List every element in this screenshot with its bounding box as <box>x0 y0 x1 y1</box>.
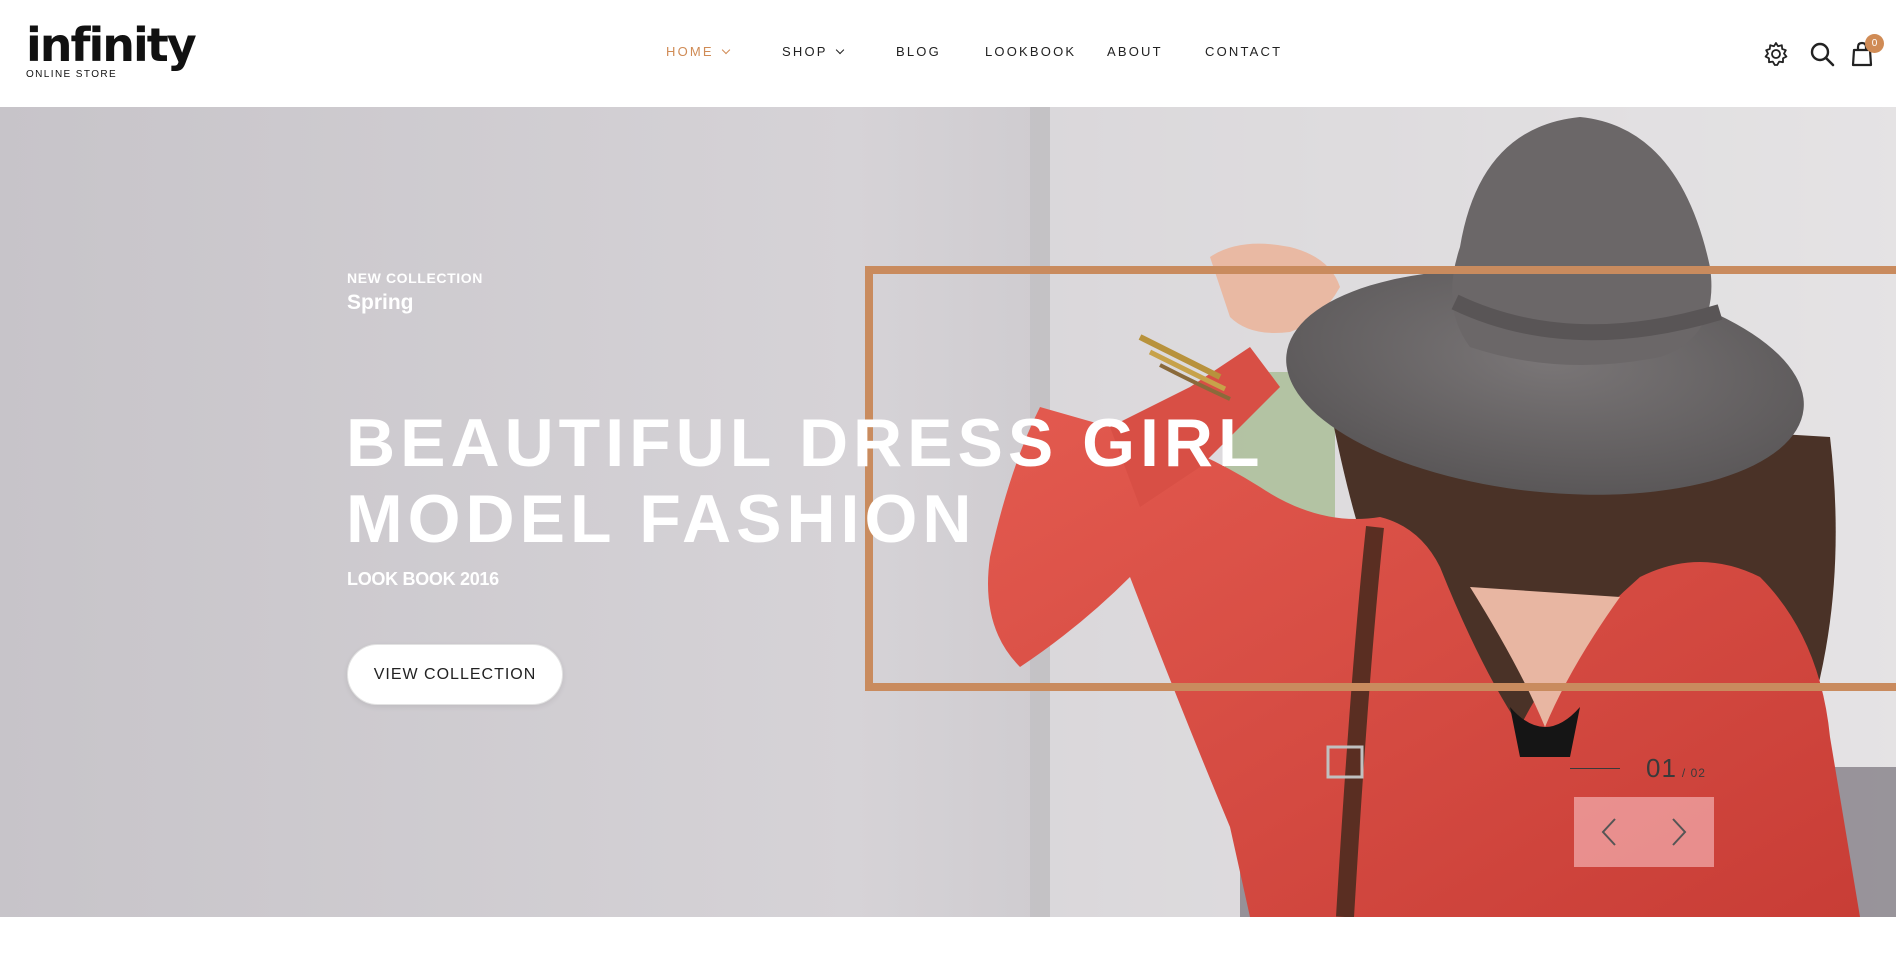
nav-item-lookbook[interactable]: LOOKBOOK <box>985 44 1076 59</box>
nav-item-contact-label: CONTACT <box>1205 44 1283 59</box>
nav-item-about[interactable]: ABOUT <box>1107 44 1163 59</box>
hero-slider: NEW COLLECTION Spring BEAUTIFUL DRESS GI… <box>0 107 1896 917</box>
chevron-down-icon <box>721 45 731 54</box>
hero-subtitle: LOOK BOOK 2016 <box>347 569 499 589</box>
slide-counter-line <box>1570 768 1620 769</box>
slide-total: / 02 <box>1681 766 1706 780</box>
slider-controls <box>1574 797 1714 867</box>
chevron-down-icon <box>835 45 844 54</box>
hero-title-line-2: MODEL FASHION <box>346 481 977 557</box>
hero-title-line-1: BEAUTIFUL DRESS GIRL <box>346 405 1265 481</box>
hero-title: BEAUTIFUL DRESS GIRL MODEL FASHION <box>346 405 1265 557</box>
slide-current: 01 <box>1646 753 1677 783</box>
nav-item-home-label: HOME <box>666 44 714 59</box>
site-header: infinity ONLINE STORE HOME SHOP BLOG LOO… <box>0 0 1896 107</box>
prev-slide-button[interactable] <box>1574 797 1644 867</box>
nav-item-shop-label: SHOP <box>782 44 828 59</box>
view-collection-button[interactable]: VIEW COLLECTION <box>347 644 563 705</box>
cart-button[interactable]: 0 <box>1848 34 1884 68</box>
brand-tagline: ONLINE STORE <box>26 69 118 80</box>
nav-item-lookbook-label: LOOKBOOK <box>985 44 1077 59</box>
slide-counter: 01 / 02 <box>1570 753 1706 783</box>
gear-icon[interactable] <box>1762 40 1790 68</box>
main-nav: HOME SHOP BLOG LOOKBOOK ABOUT CONTACT <box>0 44 1896 62</box>
cart-count-badge: 0 <box>1865 34 1884 53</box>
nav-item-home[interactable]: HOME <box>666 44 731 59</box>
hero-eyebrow: NEW COLLECTION <box>347 270 483 286</box>
nav-item-about-label: ABOUT <box>1107 44 1163 59</box>
nav-item-blog[interactable]: BLOG <box>896 44 941 59</box>
chevron-right-icon <box>1672 818 1687 846</box>
nav-item-contact[interactable]: CONTACT <box>1205 44 1282 59</box>
nav-item-blog-label: BLOG <box>896 44 941 59</box>
hero-season: Spring <box>347 291 414 314</box>
chevron-left-icon <box>1601 818 1616 846</box>
next-slide-button[interactable] <box>1644 797 1714 867</box>
search-icon[interactable] <box>1808 40 1836 68</box>
nav-item-shop[interactable]: SHOP <box>782 44 844 59</box>
